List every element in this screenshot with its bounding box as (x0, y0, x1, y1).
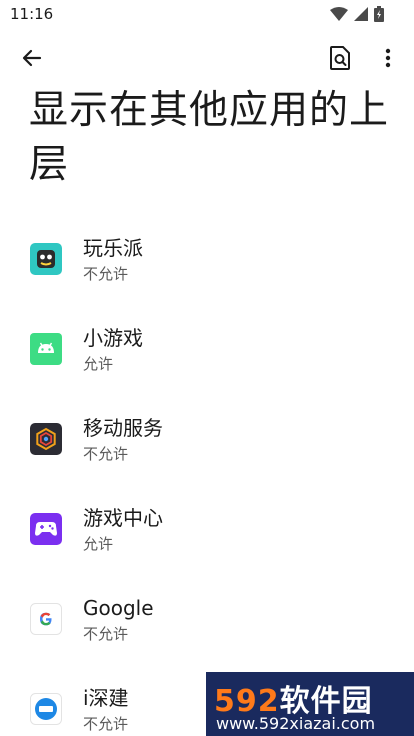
gamepad-icon (30, 513, 62, 545)
app-permission-status: 允许 (83, 355, 114, 373)
app-name: 游戏中心 (83, 506, 163, 530)
arrow-back-icon (22, 48, 42, 72)
google-icon (30, 603, 62, 635)
app-permission-status: 不允许 (83, 625, 129, 643)
app-row-mobile-services[interactable]: 移动服务 不允许 (0, 394, 414, 484)
wifi-icon (330, 7, 348, 21)
watermark-url: www.592xiazai.com (216, 714, 376, 733)
wanlepai-icon (30, 243, 62, 275)
app-name: Google (83, 596, 154, 620)
app-permission-status: 不允许 (83, 715, 129, 733)
more-vert-icon (385, 48, 391, 72)
page-title: 显示在其他应用的上层 (29, 88, 390, 187)
mobile-services-icon (30, 423, 62, 455)
app-name: 玩乐派 (83, 236, 143, 260)
android-icon (30, 333, 62, 365)
app-name: 移动服务 (83, 416, 163, 440)
search-settings-button[interactable] (324, 44, 356, 76)
more-options-button[interactable] (372, 44, 404, 76)
battery-icon (374, 6, 384, 22)
app-name: 小游戏 (83, 326, 143, 350)
app-permission-status: 允许 (83, 535, 114, 553)
app-permission-status: 不允许 (83, 265, 129, 283)
watermark-592-logo: 592软件园 www.592xiazai.com (206, 672, 414, 736)
search-settings-icon (330, 46, 350, 74)
ishenjian-icon (30, 693, 62, 725)
app-list: 玩乐派 不允许 小游戏 允许 移动服务 不允许 游戏中心 允许 Google 不… (0, 214, 414, 736)
app-name: i深建 (83, 686, 129, 710)
back-button[interactable] (16, 44, 48, 76)
app-row-wanlepai[interactable]: 玩乐派 不允许 (0, 214, 414, 304)
toolbar (0, 40, 414, 80)
app-permission-status: 不允许 (83, 445, 129, 463)
app-row-google[interactable]: Google 不允许 (0, 574, 414, 664)
cell-signal-icon (354, 7, 368, 21)
app-row-xiaoyouxi[interactable]: 小游戏 允许 (0, 304, 414, 394)
status-time: 11:16 (10, 5, 54, 23)
status-icons (330, 5, 384, 23)
app-row-game-center[interactable]: 游戏中心 允许 (0, 484, 414, 574)
status-bar: 11:16 (0, 0, 414, 28)
